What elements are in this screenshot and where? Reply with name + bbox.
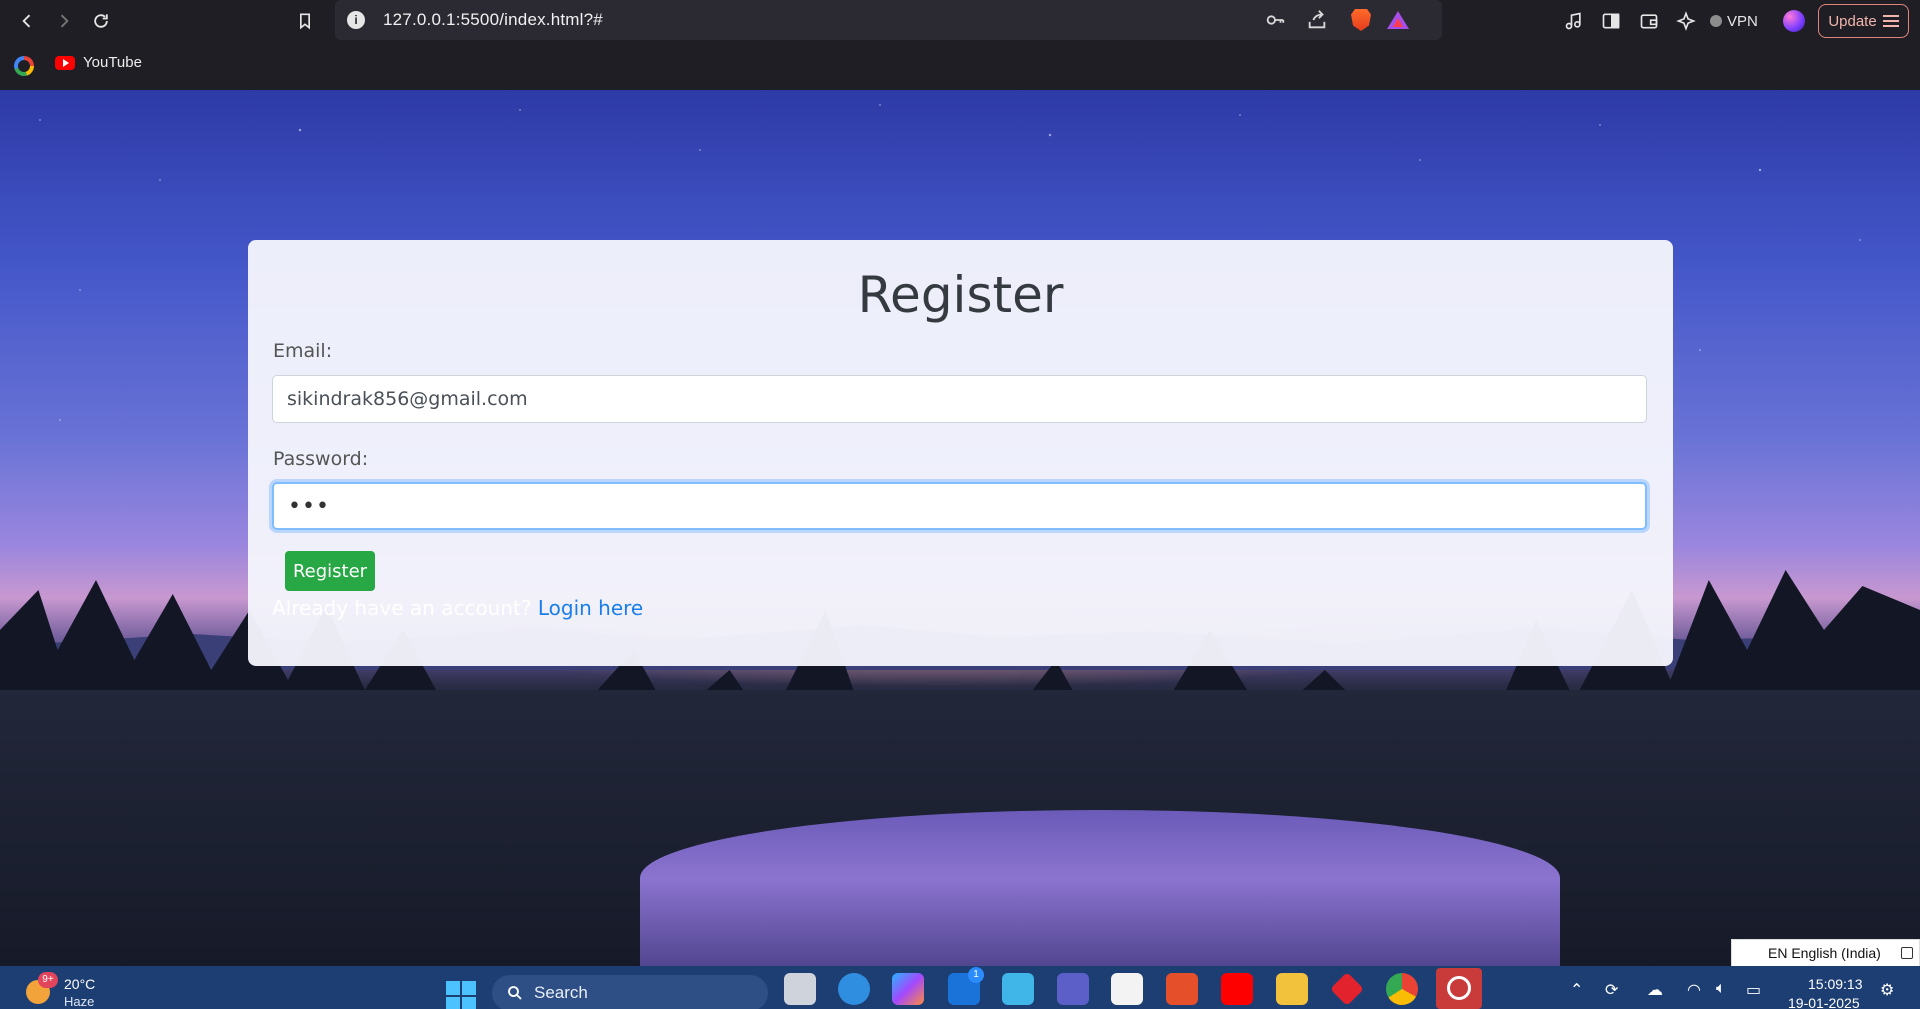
chrome-icon[interactable]	[1386, 973, 1418, 1005]
copilot-icon[interactable]	[892, 973, 924, 1005]
menu-icon	[1882, 15, 1899, 27]
language-label: EN English (India)	[1768, 945, 1881, 961]
notifications-icon[interactable]: ⚙	[1880, 980, 1894, 1000]
register-card: Register Email: sikindrak856@gmail.com P…	[248, 240, 1673, 666]
app-diamond-icon[interactable]	[1330, 972, 1364, 1006]
weather-badge: 9+	[38, 972, 58, 988]
notepad-icon[interactable]	[1002, 973, 1034, 1005]
reload-icon	[94, 14, 108, 28]
taskbar: 9+ 20°C Haze Search 1 ⌃ ⟳ ☁ ◠ 🔈︎ ▭ 15:09…	[0, 966, 1920, 1009]
password-field[interactable]: •••	[272, 482, 1647, 530]
weather-condition: Haze	[64, 994, 95, 1009]
youtube-taskbar-icon[interactable]	[1221, 973, 1253, 1005]
bookmarks-bar	[0, 42, 1920, 90]
outlook-badge: 1	[968, 967, 984, 983]
password-label: Password:	[273, 448, 369, 470]
expand-icon[interactable]	[1901, 947, 1913, 959]
search-icon	[508, 986, 522, 1000]
vpn-label: VPN	[1727, 12, 1758, 30]
forward-button[interactable]	[51, 8, 77, 34]
tray-expand-icon[interactable]: ⌃	[1570, 980, 1583, 1000]
page-background: Register Email: sikindrak856@gmail.com P…	[0, 90, 1920, 966]
help-icon[interactable]	[838, 973, 870, 1005]
youtube-bookmark-label: YouTube	[83, 54, 142, 71]
brave-taskbar-icon[interactable]	[1166, 973, 1198, 1005]
login-prompt: Already have an account? Login here	[272, 596, 643, 620]
email-field[interactable]: sikindrak856@gmail.com	[272, 375, 1647, 423]
whatsapp-icon[interactable]	[1436, 968, 1482, 1009]
task-view-icon[interactable]	[784, 973, 816, 1005]
volume-icon[interactable]: 🔈︎	[1716, 980, 1726, 998]
store-icon[interactable]	[1111, 973, 1143, 1005]
language-indicator[interactable]: EN English (India)	[1731, 939, 1920, 967]
teams-icon[interactable]	[1057, 973, 1089, 1005]
weather-widget[interactable]: 9+	[22, 972, 58, 1006]
outlook-icon[interactable]: 1	[948, 967, 984, 1005]
google-bookmark-icon[interactable]	[14, 56, 34, 76]
weather-temp: 20°C	[64, 976, 96, 992]
wallet-icon[interactable]	[1636, 9, 1662, 33]
url-text[interactable]: 127.0.0.1:5500/index.html?#	[383, 10, 603, 30]
profile-avatar[interactable]	[1783, 10, 1805, 32]
register-button[interactable]: Register	[285, 551, 375, 591]
key-icon[interactable]	[1263, 9, 1287, 31]
youtube-icon	[55, 55, 75, 70]
clock-date[interactable]: 19-01-2025	[1788, 995, 1860, 1009]
address-bar[interactable]: i 127.0.0.1:5500/index.html?#	[335, 0, 1442, 40]
site-info-icon[interactable]: i	[347, 11, 365, 29]
sync-icon[interactable]: ⟳	[1605, 980, 1618, 1000]
browser-toolbar: i 127.0.0.1:5500/index.html?# VPN Update	[0, 0, 1920, 42]
page-title: Register	[857, 266, 1064, 324]
vpn-button[interactable]: VPN	[1710, 9, 1758, 33]
bookmark-button[interactable]	[292, 8, 318, 34]
bookmark-icon	[300, 13, 310, 30]
back-button[interactable]	[14, 8, 40, 34]
youtube-bookmark[interactable]: YouTube	[55, 54, 142, 71]
reload-button[interactable]	[88, 8, 114, 34]
already-text: Already have an account?	[272, 596, 538, 620]
start-button[interactable]	[446, 981, 476, 1009]
battery-icon[interactable]: ▭	[1746, 980, 1761, 1000]
update-label: Update	[1828, 12, 1877, 30]
taskbar-search[interactable]: Search	[492, 975, 768, 1009]
leo-ai-icon[interactable]	[1673, 9, 1699, 33]
search-label: Search	[534, 983, 588, 1002]
email-label: Email:	[273, 340, 333, 362]
music-icon[interactable]	[1561, 9, 1587, 33]
password-value: •••	[288, 493, 330, 519]
onedrive-icon[interactable]: ☁	[1647, 980, 1663, 1000]
chevron-left-icon	[22, 14, 31, 28]
share-icon[interactable]	[1305, 9, 1329, 31]
vpn-status-icon	[1710, 15, 1722, 27]
chevron-right-icon	[60, 14, 69, 28]
email-value: sikindrak856@gmail.com	[287, 388, 528, 410]
login-link[interactable]: Login here	[538, 596, 643, 620]
file-explorer-icon[interactable]	[1276, 973, 1308, 1005]
brave-shields-icon[interactable]	[1349, 9, 1373, 31]
clock-time[interactable]: 15:09:13	[1808, 976, 1863, 992]
lake-reflection	[640, 810, 1560, 966]
update-button[interactable]: Update	[1818, 4, 1909, 38]
brave-rewards-icon[interactable]	[1386, 9, 1410, 31]
sidebar-icon[interactable]	[1598, 9, 1624, 33]
wifi-icon[interactable]: ◠	[1687, 980, 1701, 1000]
